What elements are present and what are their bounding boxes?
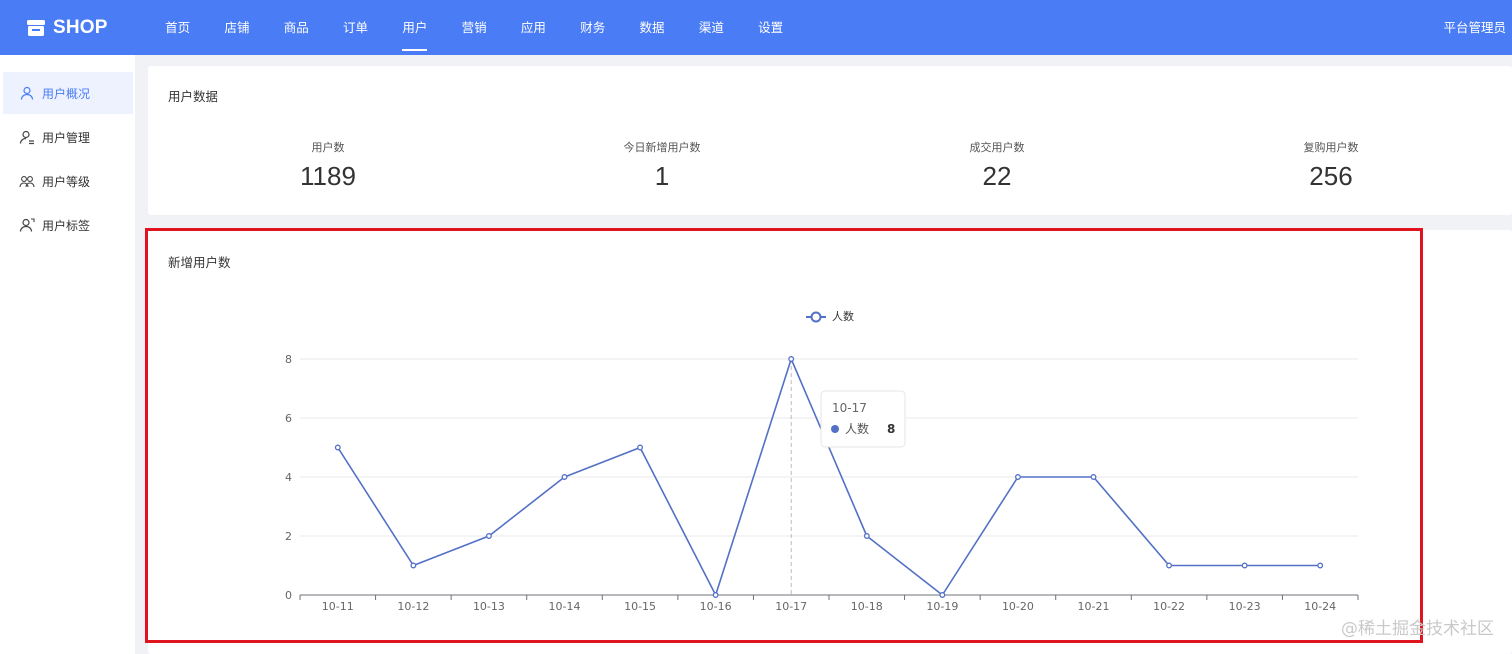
tooltip-series: 人数: [845, 421, 869, 436]
data-point: [1090, 474, 1097, 480]
x-tick-label: 10-20: [1002, 600, 1034, 613]
y-tick-label: 2: [285, 530, 292, 543]
data-point: [863, 533, 870, 539]
data-point: [334, 444, 341, 451]
data-point: [1166, 562, 1173, 569]
data-point: [561, 474, 568, 480]
watermark: @稀土掘金技术社区: [1341, 619, 1494, 639]
x-tick-label: 10-11: [322, 600, 354, 613]
x-tick-label: 10-19: [926, 600, 958, 613]
data-point: [485, 533, 492, 539]
x-tick-label: 10-15: [624, 600, 656, 613]
legend-symbol: [810, 311, 822, 323]
x-tick-label: 10-24: [1304, 600, 1336, 613]
x-tick-label: 10-22: [1153, 600, 1185, 613]
y-tick-label: 0: [285, 589, 292, 602]
y-tick-label: 8: [285, 353, 292, 366]
x-tick-label: 10-23: [1229, 600, 1261, 613]
y-tick-label: 4: [285, 471, 292, 484]
x-tick-label: 10-18: [851, 600, 883, 613]
data-point: [1317, 562, 1324, 569]
data-point: [1241, 562, 1248, 569]
data-point: [712, 592, 719, 598]
legend-label: 人数: [832, 310, 854, 323]
data-point: [637, 444, 644, 451]
tooltip-value: 8: [887, 422, 895, 436]
tooltip-box: [820, 390, 906, 448]
x-tick-label: 10-12: [397, 600, 429, 613]
x-tick-label: 10-13: [473, 600, 505, 613]
tooltip-marker: [831, 425, 839, 433]
x-tick-label: 10-17: [775, 600, 807, 613]
x-tick-label: 10-14: [549, 600, 581, 613]
new-users-line-chart: 0 2 4 6 8 10-11 10-12 10-13 10-14 10-15 10-16 10-17…: [285, 310, 1359, 613]
data-point: [410, 562, 417, 569]
data-point: [939, 592, 946, 598]
tooltip-date: 10-17: [832, 401, 867, 415]
data-point: [1014, 474, 1021, 480]
x-tick-label: 10-16: [700, 600, 732, 613]
x-tick-label: 10-21: [1078, 600, 1110, 613]
y-tick-label: 6: [285, 412, 292, 425]
data-point: [788, 356, 795, 362]
